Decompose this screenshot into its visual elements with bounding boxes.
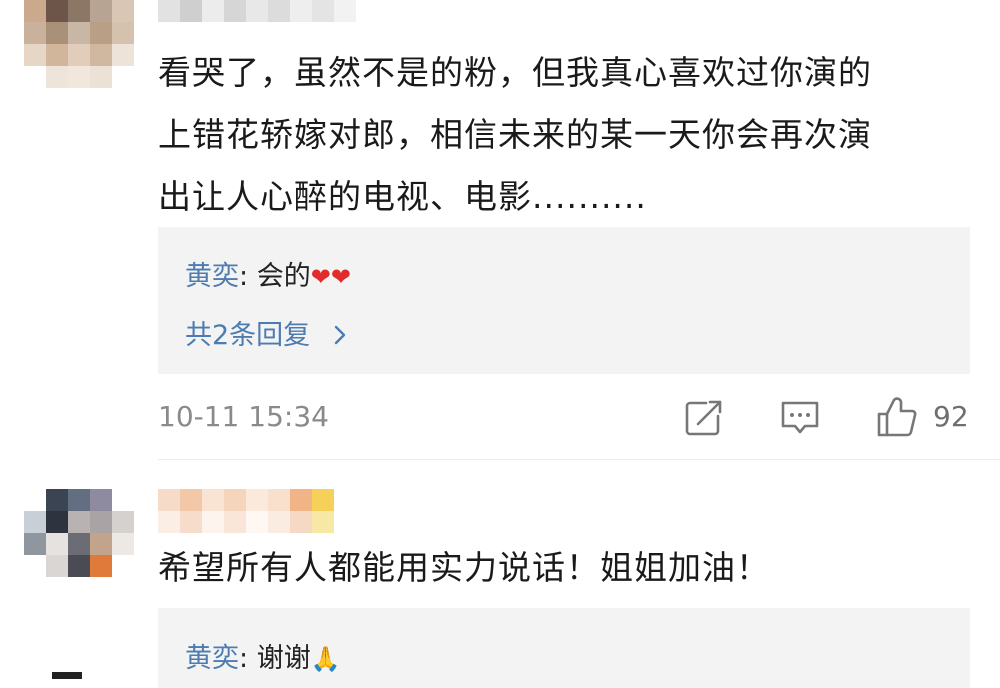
comment-text: 看哭了，虽然不是的粉，但我真心喜欢过你演的 上错花轿嫁对郎，相信未来的某一天你会…: [158, 42, 978, 228]
comment-timestamp: 10-11 15:34: [158, 400, 329, 433]
comment-line: 希望所有人都能用实力说话！姐姐加油！: [158, 548, 770, 587]
comment-icon[interactable]: [779, 398, 821, 438]
reply-box[interactable]: 黄奕: 谢谢🙏: [158, 608, 970, 688]
reply-author[interactable]: 黄奕: [185, 261, 239, 292]
like-count: 92: [933, 400, 969, 433]
reply-line: 黄奕: 谢谢🙏: [185, 636, 341, 675]
comment-text: 希望所有人都能用实力说话！姐姐加油！: [158, 537, 978, 599]
share-icon[interactable]: [684, 398, 724, 438]
comment-line: 上错花轿嫁对郎，相信未来的某一天你会再次演: [158, 115, 872, 154]
view-replies-link[interactable]: 共2条回复: [185, 313, 347, 352]
reply-text: 谢谢: [256, 643, 311, 674]
comment-line: 出让人心醉的电视、电影..........: [158, 177, 647, 216]
reply-box[interactable]: 黄奕: 会的❤❤ 共2条回复: [158, 227, 970, 374]
chevron-right-icon: [334, 325, 345, 345]
praying-hands-emoji-icon: 🙏: [310, 645, 341, 673]
reply-line: 黄奕: 会的❤❤: [185, 254, 351, 293]
view-replies-label: 共2条回复: [185, 320, 311, 351]
partial-element: [52, 672, 82, 679]
reply-author[interactable]: 黄奕: [185, 643, 239, 674]
avatar[interactable]: [24, 0, 134, 88]
reply-text: 会的: [256, 261, 311, 292]
divider: [158, 459, 1000, 460]
comment-line: 看哭了，虽然不是的粉，但我真心喜欢过你演的: [158, 53, 872, 92]
username-blurred-row2: [158, 511, 334, 533]
username-blurred[interactable]: [158, 489, 334, 511]
reply-separator: :: [239, 643, 249, 674]
username-blurred[interactable]: [158, 0, 356, 22]
reply-separator: :: [239, 261, 249, 292]
thumbs-up-icon[interactable]: [876, 396, 918, 438]
heart-emoji-icon: ❤❤: [310, 263, 351, 291]
avatar[interactable]: [24, 489, 134, 577]
